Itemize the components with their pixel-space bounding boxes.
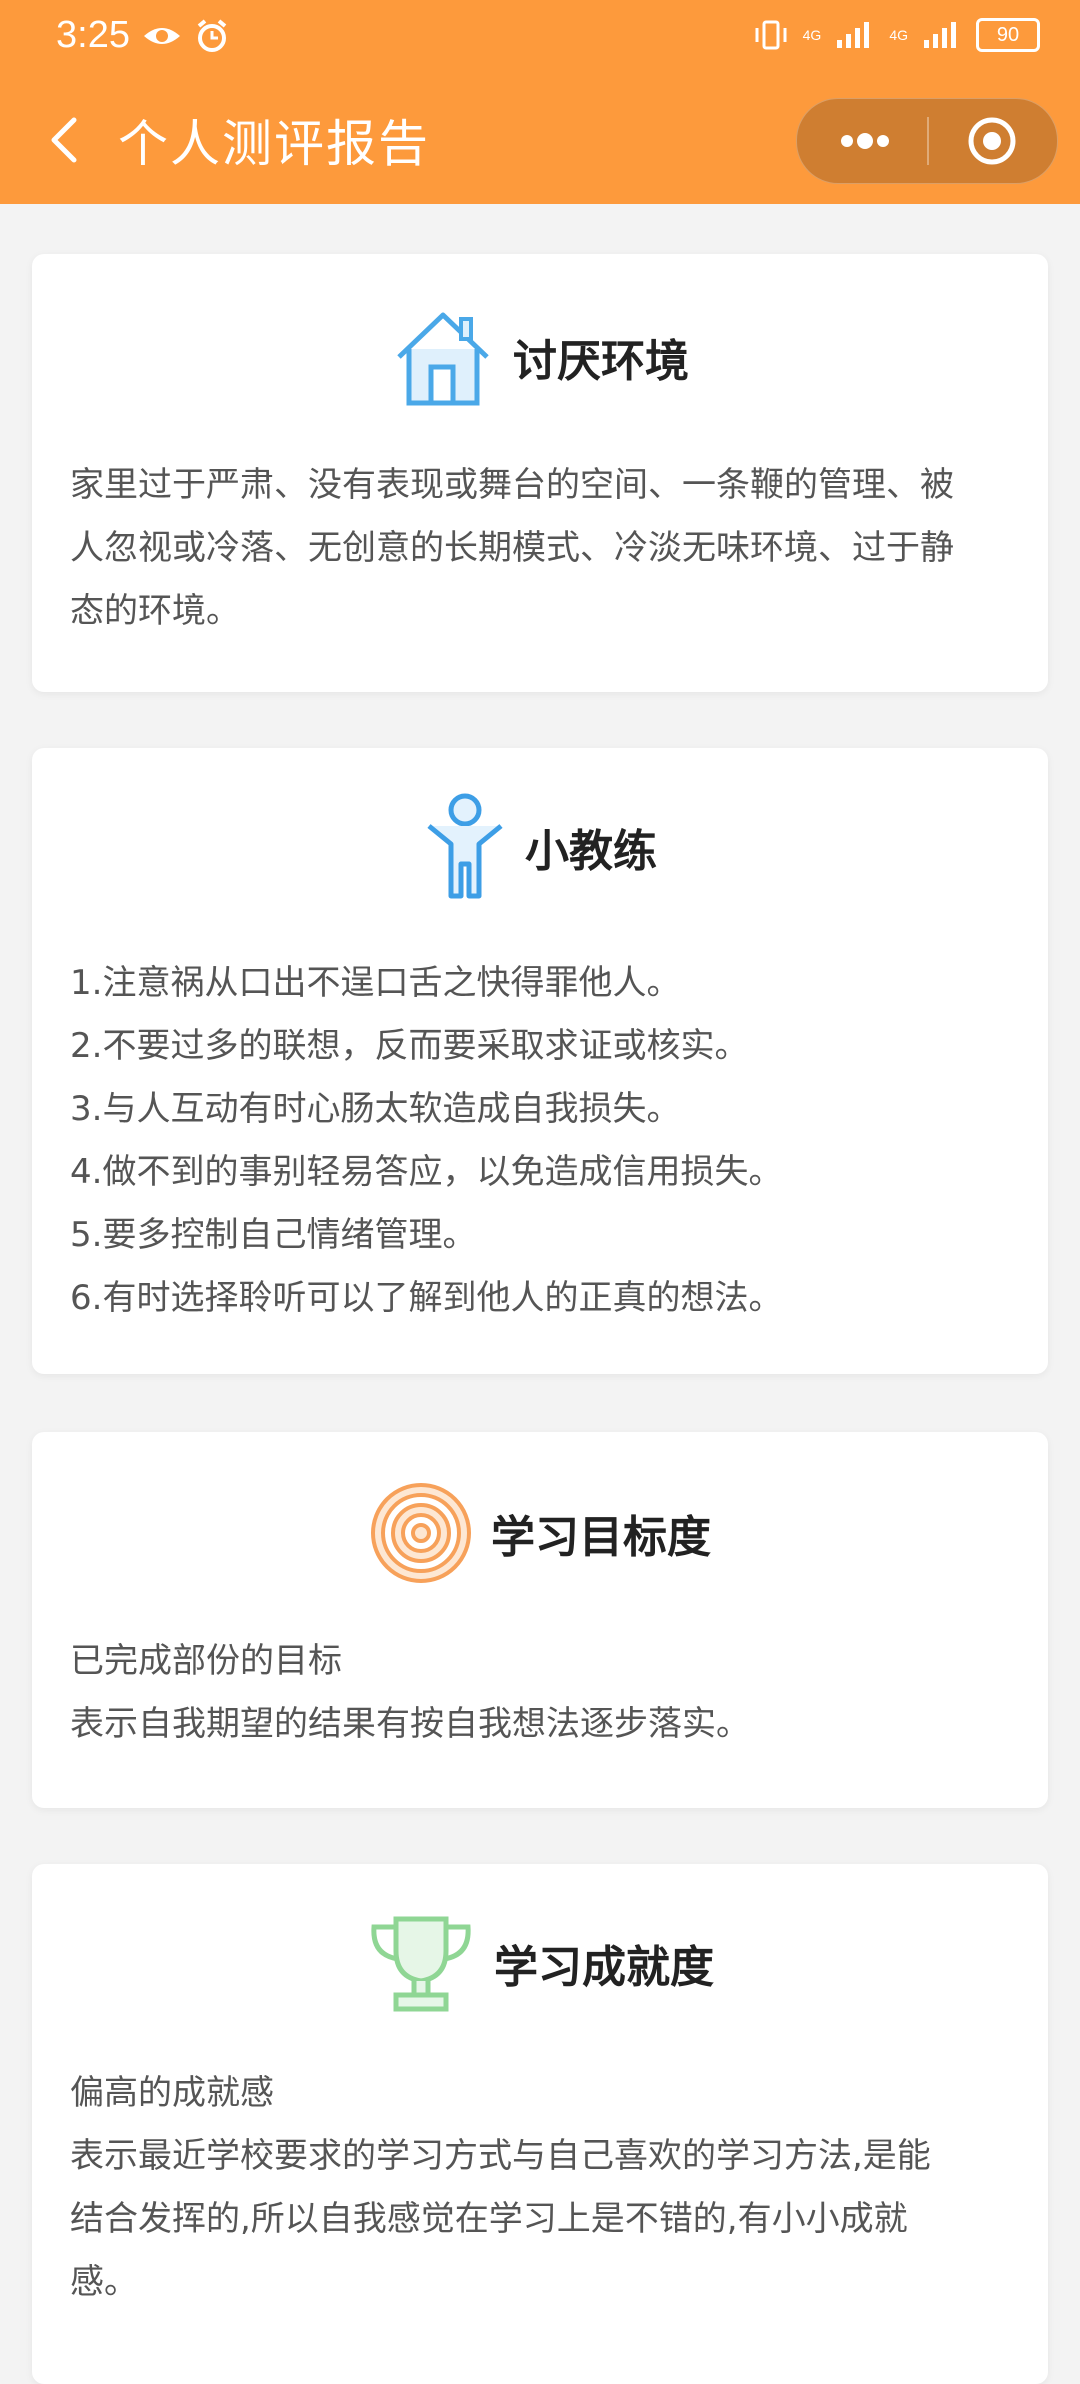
page-title: 个人测评报告 [118, 115, 430, 173]
signal-icon [837, 22, 870, 48]
eye-icon [144, 28, 180, 44]
record-circle-icon [968, 117, 1016, 165]
card-body: 偏高的成就感 表示最近学校要求的学习方式与自己喜欢的学习方法,是能 结合发挥的,… [70, 2062, 1010, 2314]
close-mini-program-button[interactable] [957, 111, 1027, 171]
body-line: 表示最近学校要求的学习方式与自己喜欢的学习方法,是能 [70, 2136, 931, 2176]
body-line: 4.做不到的事别轻易答应，以免造成信用损失。 [70, 1152, 783, 1192]
card-title: 讨厌环境 [513, 336, 689, 387]
card-little-coach: 小教练 1.注意祸从口出不逞口舌之快得罪他人。 2.不要过多的联想，反而要采取求… [32, 748, 1048, 1374]
card-title: 学习目标度 [491, 1512, 711, 1563]
trophy-icon [371, 1916, 471, 2012]
signal-icon-2 [924, 22, 956, 48]
body-line: 结合发挥的,所以自我感觉在学习上是不错的,有小小成就 [70, 2199, 908, 2239]
status-bar: 3:25 4G 4G 90 [0, 0, 1080, 76]
body-line: 感。 [70, 2262, 138, 2302]
chevron-left-icon [51, 117, 77, 163]
status-time: 3:25 [56, 14, 130, 56]
body-line: 2.不要过多的联想，反而要采取求证或核实。 [70, 1026, 749, 1066]
body-line: 人忽视或冷落、无创意的长期模式、冷淡无味环境、过于静 [70, 528, 954, 568]
card-body: 已完成部份的目标 表示自我期望的结果有按自我想法逐步落实。 [70, 1630, 1010, 1756]
body-line: 6.有时选择聆听可以了解到他人的正真的想法。 [70, 1278, 783, 1318]
more-button[interactable] [821, 111, 905, 171]
house-icon [397, 312, 489, 406]
card-header: 学习成就度 [32, 1908, 1048, 2018]
card-body: 家里过于严肃、没有表现或舞台的空间、一条鞭的管理、被 人忽视或冷落、无创意的长期… [70, 454, 1010, 643]
card-header: 小教练 [32, 792, 1048, 902]
card-header: 学习目标度 [32, 1478, 1048, 1588]
body-line: 1.注意祸从口出不逞口舌之快得罪他人。 [70, 963, 681, 1003]
card-body: 1.注意祸从口出不逞口舌之快得罪他人。 2.不要过多的联想，反而要采取求证或核实… [70, 952, 1010, 1330]
more-dots-icon [841, 133, 889, 149]
body-line: 5.要多控制自己情绪管理。 [70, 1215, 477, 1255]
network-label-1: 4G [802, 27, 822, 43]
card-disliked-environment: 讨厌环境 家里过于严肃、没有表现或舞台的空间、一条鞭的管理、被 人忽视或冷落、无… [32, 254, 1048, 692]
card-title: 小教练 [525, 826, 657, 877]
status-left-icons [142, 18, 230, 54]
mini-program-capsule [796, 98, 1058, 184]
status-right-icons: 4G 4G 90 [753, 18, 1040, 52]
header-bar: 3:25 4G 4G 90 个人测评报告 [0, 0, 1080, 204]
body-line: 已完成部份的目标 [70, 1641, 342, 1681]
body-line: 3.与人互动有时心肠太软造成自我损失。 [70, 1089, 681, 1129]
network-label-2: 4G [889, 27, 908, 43]
card-title: 学习成就度 [494, 1942, 714, 1993]
body-line: 表示自我期望的结果有按自我想法逐步落实。 [70, 1704, 750, 1744]
vibrate-icon [755, 20, 787, 50]
body-line: 家里过于严肃、没有表现或舞台的空间、一条鞭的管理、被 [70, 465, 954, 505]
card-learning-achievement: 学习成就度 偏高的成就感 表示最近学校要求的学习方式与自己喜欢的学习方法,是能 … [32, 1864, 1048, 2384]
person-icon [427, 793, 503, 899]
back-button[interactable] [36, 110, 96, 170]
battery-icon: 90 [976, 18, 1040, 52]
body-line: 态的环境。 [70, 591, 240, 631]
target-icon [371, 1483, 471, 1583]
capsule-divider [927, 117, 929, 165]
card-header: 讨厌环境 [32, 302, 1048, 412]
card-learning-goal: 学习目标度 已完成部份的目标 表示自我期望的结果有按自我想法逐步落实。 [32, 1432, 1048, 1808]
alarm-icon [197, 19, 227, 52]
navigation-bar: 个人测评报告 [0, 76, 1080, 204]
body-line: 偏高的成就感 [70, 2073, 274, 2113]
